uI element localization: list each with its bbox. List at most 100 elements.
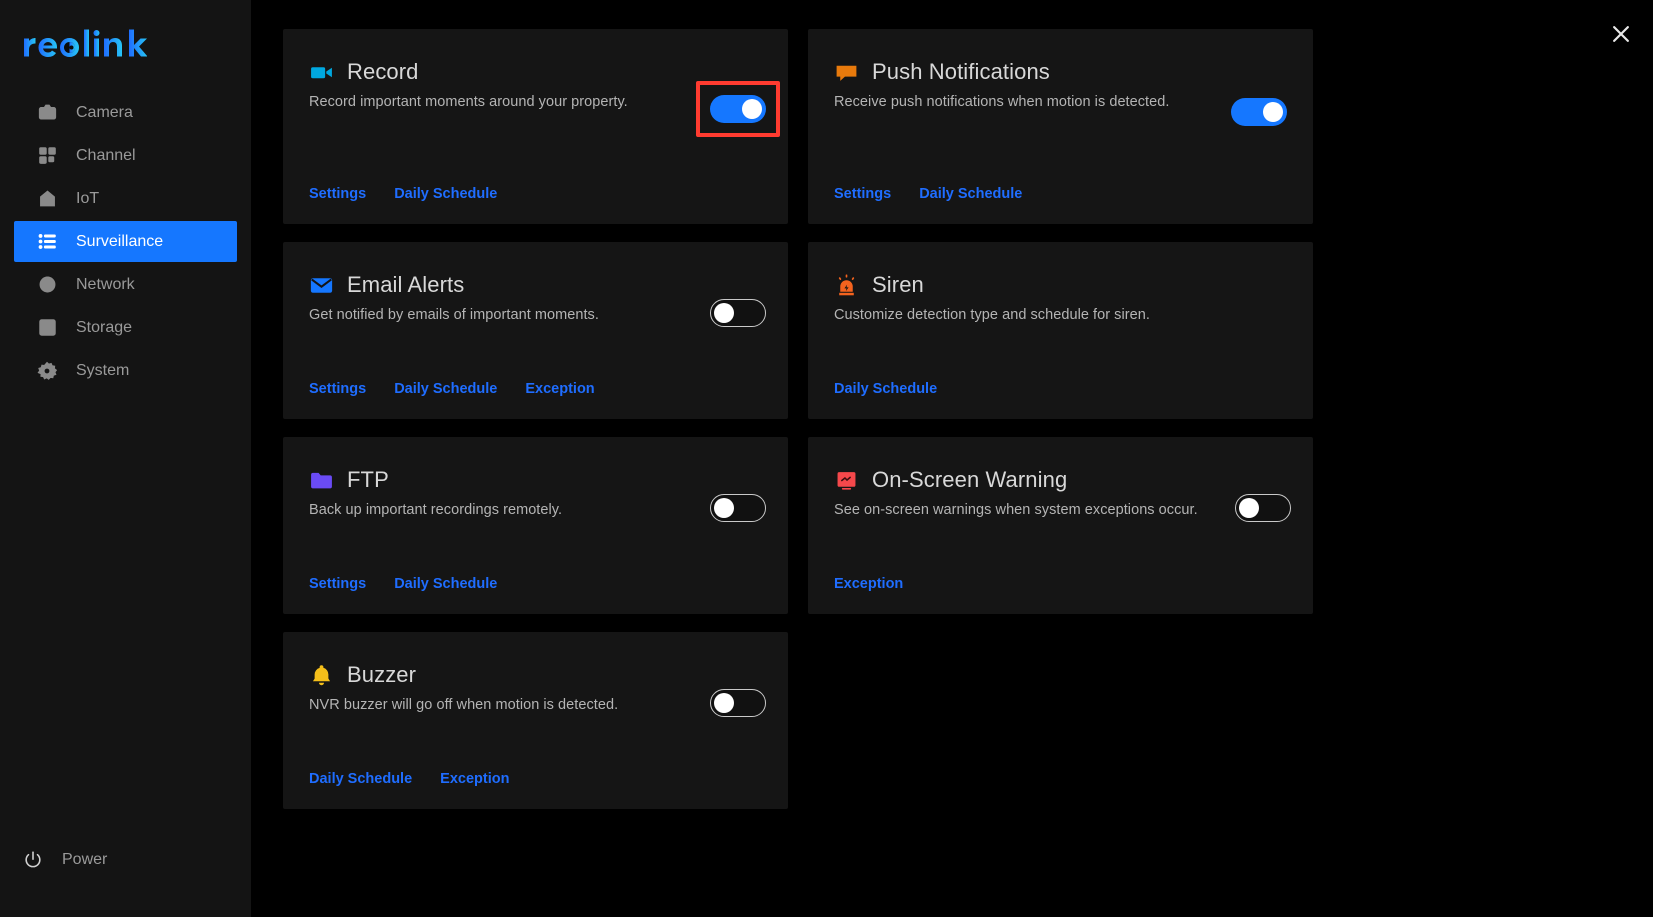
- toggle-knob: [714, 498, 734, 518]
- card-description: NVR buzzer will go off when motion is de…: [309, 697, 619, 713]
- card-header: Record: [309, 57, 762, 87]
- card-description: Get notified by emails of important mome…: [309, 307, 599, 323]
- sidebar-item-label: Camera: [76, 103, 133, 121]
- list-icon: [36, 231, 58, 253]
- link-daily-schedule[interactable]: Daily Schedule: [919, 186, 1022, 202]
- envelope-icon: [309, 273, 334, 298]
- link-daily-schedule[interactable]: Daily Schedule: [834, 381, 937, 397]
- card-description: See on-screen warnings when system excep…: [834, 502, 1198, 518]
- toggle-knob: [1263, 102, 1283, 122]
- card-record: Record Record important moments around y…: [283, 29, 788, 224]
- bell-icon: [309, 663, 334, 688]
- home-icon: [36, 188, 58, 210]
- card-description: Customize detection type and schedule fo…: [834, 307, 1150, 323]
- link-settings[interactable]: Settings: [309, 576, 366, 592]
- toggle-knob: [1239, 498, 1259, 518]
- link-exception[interactable]: Exception: [525, 381, 594, 397]
- record-toggle[interactable]: [710, 95, 766, 123]
- link-exception[interactable]: Exception: [440, 771, 509, 787]
- card-title: FTP: [347, 467, 389, 492]
- ftp-toggle[interactable]: [710, 494, 766, 522]
- link-daily-schedule[interactable]: Daily Schedule: [394, 186, 497, 202]
- buzzer-toggle[interactable]: [710, 689, 766, 717]
- email-alerts-toggle[interactable]: [710, 299, 766, 327]
- card-header: Siren: [834, 270, 1287, 300]
- card-title: Buzzer: [347, 662, 417, 687]
- sidebar-item-channel[interactable]: Channel: [14, 135, 237, 176]
- close-icon: [1613, 26, 1629, 42]
- card-header: FTP: [309, 465, 762, 495]
- link-exception[interactable]: Exception: [834, 576, 903, 592]
- card-buzzer: Buzzer NVR buzzer will go off when motio…: [283, 632, 788, 809]
- card-title: Email Alerts: [347, 272, 465, 297]
- card-links: Settings Daily Schedule: [309, 186, 497, 202]
- app-window: Camera Channel IoT Surveillance Network …: [0, 0, 1653, 917]
- link-daily-schedule[interactable]: Daily Schedule: [394, 576, 497, 592]
- toggle-knob: [714, 303, 734, 323]
- sidebar-item-system[interactable]: System: [14, 350, 237, 391]
- toggle-knob: [742, 99, 762, 119]
- sidebar-nav: Camera Channel IoT Surveillance Network …: [0, 92, 251, 391]
- globe-icon: [36, 274, 58, 296]
- sidebar-item-label: Surveillance: [76, 232, 164, 250]
- sidebar-item-iot[interactable]: IoT: [14, 178, 237, 219]
- monitor-warning-icon: [834, 468, 859, 493]
- camera-icon: [36, 102, 58, 124]
- card-description: Back up important recordings remotely.: [309, 502, 563, 518]
- link-daily-schedule[interactable]: Daily Schedule: [309, 771, 412, 787]
- card-email-alerts: Email Alerts Get notified by emails of i…: [283, 242, 788, 419]
- sidebar-item-storage[interactable]: Storage: [14, 307, 237, 348]
- sidebar: Camera Channel IoT Surveillance Network …: [0, 0, 251, 917]
- grid-icon: [36, 145, 58, 167]
- card-title: Push Notifications: [872, 59, 1050, 84]
- on-screen-warning-toggle[interactable]: [1235, 494, 1291, 522]
- card-header: Buzzer: [309, 660, 762, 690]
- close-button[interactable]: [1605, 18, 1637, 50]
- link-daily-schedule[interactable]: Daily Schedule: [394, 381, 497, 397]
- power-button[interactable]: Power: [0, 849, 251, 871]
- card-push-notifications: Push Notifications Receive push notifica…: [808, 29, 1313, 224]
- card-links: Daily Schedule: [834, 381, 937, 397]
- card-title: On-Screen Warning: [872, 467, 1068, 492]
- card-description: Record important moments around your pro…: [309, 94, 628, 110]
- hard-drive-icon: [36, 317, 58, 339]
- card-title: Record: [347, 59, 419, 84]
- card-header: On-Screen Warning: [834, 465, 1287, 495]
- card-ftp: FTP Back up important recordings remotel…: [283, 437, 788, 614]
- card-links: Settings Daily Schedule: [834, 186, 1022, 202]
- sidebar-item-label: System: [76, 361, 130, 379]
- sidebar-item-label: IoT: [76, 189, 100, 207]
- power-label: Power: [62, 851, 108, 868]
- reolink-wordmark-icon: [24, 29, 147, 57]
- card-header: Email Alerts: [309, 270, 762, 300]
- gear-icon: [36, 360, 58, 382]
- sidebar-item-camera[interactable]: Camera: [14, 92, 237, 133]
- link-settings[interactable]: Settings: [309, 381, 366, 397]
- speech-bubble-icon: [834, 60, 859, 85]
- card-on-screen-warning: On-Screen Warning See on-screen warnings…: [808, 437, 1313, 614]
- reolink-logo: [22, 22, 251, 64]
- siren-icon: [834, 273, 859, 298]
- sidebar-item-label: Network: [76, 275, 135, 293]
- link-settings[interactable]: Settings: [309, 186, 366, 202]
- sidebar-item-surveillance[interactable]: Surveillance: [14, 221, 237, 262]
- card-links: Settings Daily Schedule: [309, 576, 497, 592]
- card-links: Exception: [834, 576, 903, 592]
- camcorder-icon: [309, 60, 334, 85]
- sidebar-item-label: Storage: [76, 318, 133, 336]
- card-description: Receive push notifications when motion i…: [834, 94, 1170, 110]
- sidebar-item-label: Channel: [76, 146, 136, 164]
- card-title: Siren: [872, 272, 924, 297]
- card-links: Settings Daily Schedule Exception: [309, 381, 595, 397]
- toggle-knob: [714, 693, 734, 713]
- sidebar-item-network[interactable]: Network: [14, 264, 237, 305]
- surveillance-card-grid: Record Record important moments around y…: [283, 29, 1313, 809]
- card-links: Daily Schedule Exception: [309, 771, 509, 787]
- push-notifications-toggle[interactable]: [1231, 98, 1287, 126]
- main-content: Record Record important moments around y…: [251, 0, 1653, 917]
- card-siren: Siren Customize detection type and sched…: [808, 242, 1313, 419]
- folder-icon: [309, 468, 334, 493]
- card-header: Push Notifications: [834, 57, 1287, 87]
- power-icon: [22, 849, 44, 871]
- link-settings[interactable]: Settings: [834, 186, 891, 202]
